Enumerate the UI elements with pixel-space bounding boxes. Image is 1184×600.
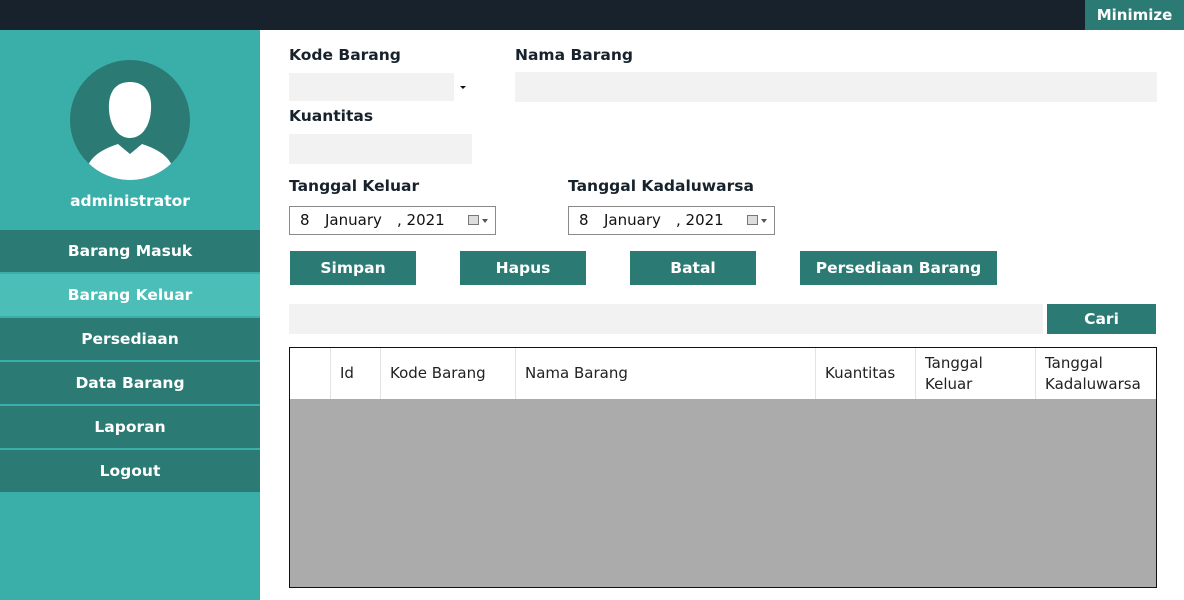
sidebar-item-logout[interactable]: Logout (0, 450, 260, 492)
column-header-tanggal-keluar[interactable]: Tanggal Keluar (916, 348, 1036, 399)
column-header-kuantitas[interactable]: Kuantitas (816, 348, 916, 399)
column-header-tanggal-kadaluwarsa-text: Tanggal Kadaluwarsa (1045, 353, 1141, 393)
sidebar-item-laporan[interactable]: Laporan (0, 406, 260, 448)
sidebar-nav: Barang Masuk Barang Keluar Persediaan Da… (0, 230, 260, 494)
sidebar: administrator Barang Masuk Barang Keluar… (0, 30, 260, 600)
user-avatar-icon (70, 60, 190, 180)
column-header-tanggal-keluar-text: Tanggal Keluar (925, 353, 983, 393)
chevron-down-icon[interactable] (454, 73, 471, 101)
kode-barang-label: Kode Barang (289, 46, 401, 64)
kode-barang-combobox[interactable] (289, 73, 471, 101)
tanggal-keluar-day[interactable]: 8 (300, 211, 310, 229)
column-header-id[interactable]: Id (331, 348, 381, 399)
calendar-icon[interactable] (468, 215, 479, 225)
sidebar-item-barang-keluar[interactable]: Barang Keluar (0, 274, 260, 316)
tanggal-keluar-month[interactable]: January (325, 211, 382, 229)
nama-barang-label: Nama Barang (515, 46, 633, 64)
tanggal-kadaluwarsa-label: Tanggal Kadaluwarsa (568, 177, 754, 195)
dropdown-arrow-icon[interactable] (761, 219, 767, 223)
sidebar-item-persediaan[interactable]: Persediaan (0, 318, 260, 360)
username-label: administrator (70, 192, 190, 210)
tanggal-keluar-datepicker[interactable]: 8 January , 2021 (289, 206, 496, 235)
dropdown-arrow-icon[interactable] (482, 219, 488, 223)
kuantitas-field[interactable] (289, 134, 472, 164)
title-bar: Minimize (0, 0, 1184, 30)
persediaan-barang-button[interactable]: Persediaan Barang (800, 251, 997, 285)
batal-button[interactable]: Batal (630, 251, 756, 285)
tanggal-kadaluwarsa-year[interactable]: , 2021 (676, 211, 724, 229)
search-input[interactable] (289, 304, 1043, 334)
column-header-tanggal-kadaluwarsa[interactable]: Tanggal Kadaluwarsa (1036, 348, 1156, 399)
kuantitas-label: Kuantitas (289, 107, 374, 125)
tanggal-kadaluwarsa-datepicker[interactable]: 8 January , 2021 (568, 206, 775, 235)
sidebar-item-data-barang[interactable]: Data Barang (0, 362, 260, 404)
cari-button[interactable]: Cari (1047, 304, 1156, 334)
tanggal-keluar-year[interactable]: , 2021 (397, 211, 445, 229)
tanggal-keluar-label: Tanggal Keluar (289, 177, 420, 195)
simpan-button[interactable]: Simpan (290, 251, 416, 285)
sidebar-item-barang-masuk[interactable]: Barang Masuk (0, 230, 260, 272)
data-table[interactable]: Id Kode Barang Nama Barang Kuantitas Tan… (289, 347, 1157, 588)
minimize-button[interactable]: Minimize (1085, 0, 1184, 30)
hapus-button[interactable]: Hapus (460, 251, 586, 285)
row-selector-header (290, 348, 331, 399)
column-header-kode-barang[interactable]: Kode Barang (381, 348, 516, 399)
tanggal-kadaluwarsa-day[interactable]: 8 (579, 211, 589, 229)
nama-barang-field[interactable] (515, 72, 1157, 102)
tanggal-kadaluwarsa-month[interactable]: January (604, 211, 661, 229)
table-header: Id Kode Barang Nama Barang Kuantitas Tan… (290, 348, 1156, 399)
column-header-nama-barang[interactable]: Nama Barang (516, 348, 816, 399)
calendar-icon[interactable] (747, 215, 758, 225)
